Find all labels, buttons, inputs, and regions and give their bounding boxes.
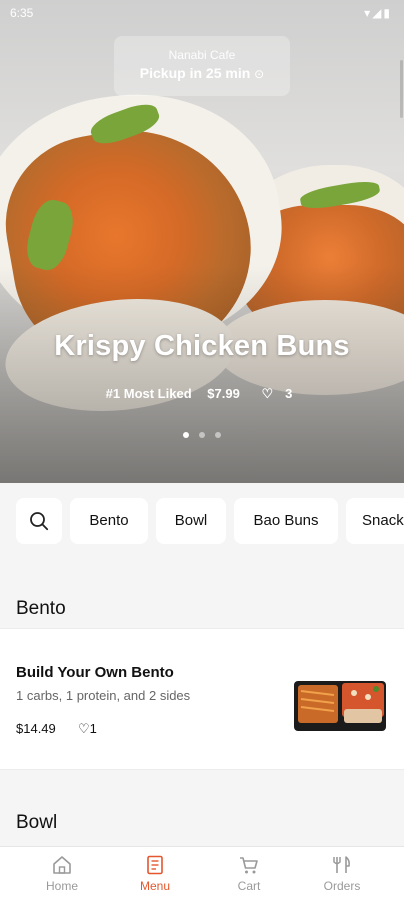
section-title-bowl: Bowl <box>16 812 58 833</box>
category-bar: Bento Bowl Bao Buns Snack <box>0 483 404 559</box>
pickup-time: Pickup in 25 min ⊙ <box>114 65 290 81</box>
status-time: 6:35 <box>10 6 34 20</box>
home-icon <box>53 856 71 874</box>
cart-icon <box>240 857 258 874</box>
nav-home-label: Home <box>45 879 78 893</box>
scrollbar[interactable] <box>400 60 403 118</box>
heart-icon: ♡ <box>261 386 274 401</box>
status-bar: 6:35 ▾◢▮ <box>0 0 404 28</box>
search-button[interactable] <box>16 498 62 544</box>
pickup-card[interactable]: Nanabi Cafe Pickup in 25 min ⊙ <box>114 36 290 96</box>
hero-title: Krispy Chicken Buns <box>54 330 350 362</box>
hero-likes: ♡ 3 <box>255 386 298 401</box>
nav-menu[interactable]: Menu <box>105 855 205 893</box>
nav-orders-label: Orders <box>323 879 361 893</box>
status-icons: ▾◢▮ <box>364 6 392 20</box>
item-name: Build Your Own Bento <box>16 664 174 681</box>
nav-cart-label: Cart <box>237 879 261 893</box>
orders-icon <box>333 856 350 873</box>
category-chip-bowl[interactable]: Bowl <box>156 498 226 544</box>
category-chip-bento[interactable]: Bento <box>70 498 148 544</box>
item-likes-count: 1 <box>89 721 97 736</box>
carousel-dot[interactable] <box>215 432 222 438</box>
search-icon <box>30 512 49 531</box>
section-title-bento: Bento <box>16 598 66 619</box>
hero-meta: #1 Most Liked $7.99 ♡ 3 <box>0 386 404 402</box>
pickup-time-text: Pickup in 25 min <box>139 65 251 81</box>
category-chip-snack[interactable]: Snack <box>346 498 404 544</box>
carousel-dot[interactable] <box>199 432 205 438</box>
menu-icon <box>147 855 163 875</box>
item-likes: ♡1 <box>78 721 97 737</box>
nav-cart[interactable]: Cart <box>199 855 299 893</box>
item-description: 1 carbs, 1 protein, and 2 sides <box>16 688 191 703</box>
menu-item-card[interactable]: Build Your Own Bento 1 carbs, 1 protein,… <box>0 628 404 770</box>
hero-badge: #1 Most Liked <box>105 386 192 401</box>
clock-icon: ⊙ <box>254 67 265 81</box>
nav-menu-label: Menu <box>139 879 171 893</box>
bottom-nav: Home Menu Cart Orders <box>0 846 404 901</box>
item-thumbnail <box>294 681 386 731</box>
hero-price: $7.99 <box>207 386 240 401</box>
hero-likes-count: 3 <box>285 386 293 401</box>
nav-orders[interactable]: Orders <box>292 855 392 893</box>
carousel-dots <box>0 425 404 443</box>
cafe-name: Nanabi Cafe <box>168 48 236 62</box>
nav-home[interactable]: Home <box>12 855 112 893</box>
hero-banner[interactable]: 6:35 ▾◢▮ Nanabi Cafe Pickup in 25 min ⊙ … <box>0 0 404 483</box>
heart-icon[interactable]: ♡ <box>78 721 90 736</box>
carousel-dot[interactable] <box>182 432 189 438</box>
item-price: $14.49 <box>16 721 56 736</box>
category-chip-bao-buns[interactable]: Bao Buns <box>234 498 338 544</box>
